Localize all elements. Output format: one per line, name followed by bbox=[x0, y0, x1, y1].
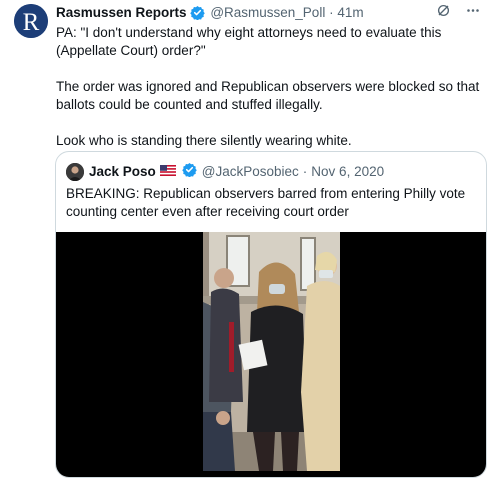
quoted-tweet[interactable]: Jack Poso @JackPosobiec · Nov 6, 2020 BR… bbox=[55, 151, 487, 478]
rasmussen-logo: R bbox=[14, 4, 48, 38]
tweet[interactable]: R Rasmussen Reports @Rasmussen_Poll · 41… bbox=[0, 0, 491, 481]
author-name[interactable]: Rasmussen Reports bbox=[56, 5, 187, 20]
tweet-paragraph: Look who is standing there silently wear… bbox=[56, 133, 352, 148]
svg-text:R: R bbox=[23, 9, 40, 36]
author-handle[interactable]: @Rasmussen_Poll bbox=[210, 5, 325, 20]
quoted-tweet-header: Jack Poso @JackPosobiec · Nov 6, 2020 bbox=[66, 162, 384, 182]
video-frame bbox=[203, 232, 340, 471]
separator: · bbox=[302, 164, 308, 179]
verified-badge-icon bbox=[182, 162, 197, 182]
quoted-author-name[interactable]: Jack Poso bbox=[89, 163, 156, 181]
timestamp[interactable]: 41m bbox=[337, 5, 363, 20]
tweet-paragraph: The order was ignored and Republican obs… bbox=[56, 79, 480, 112]
us-flag-icon bbox=[159, 163, 176, 181]
quoted-timestamp[interactable]: Nov 6, 2020 bbox=[311, 163, 384, 181]
quoted-author-avatar[interactable] bbox=[66, 163, 84, 181]
separator: · bbox=[329, 5, 334, 20]
tweet-paragraph: PA: "I don't understand why eight attorn… bbox=[56, 25, 442, 58]
grok-icon[interactable] bbox=[436, 3, 451, 23]
verified-badge-icon bbox=[189, 5, 205, 25]
tweet-header: Rasmussen Reports @Rasmussen_Poll · 41m bbox=[56, 4, 481, 22]
quoted-tweet-text: BREAKING: Republican observers barred fr… bbox=[66, 186, 466, 219]
more-icon[interactable] bbox=[465, 3, 481, 23]
header-actions bbox=[436, 4, 481, 22]
quoted-author-handle[interactable]: @JackPosobiec bbox=[202, 163, 299, 181]
tweet-text: PA: "I don't understand why eight attorn… bbox=[56, 24, 481, 168]
author-avatar[interactable]: R bbox=[14, 4, 48, 38]
video-thumbnail bbox=[203, 232, 340, 471]
video-player[interactable] bbox=[56, 232, 486, 477]
